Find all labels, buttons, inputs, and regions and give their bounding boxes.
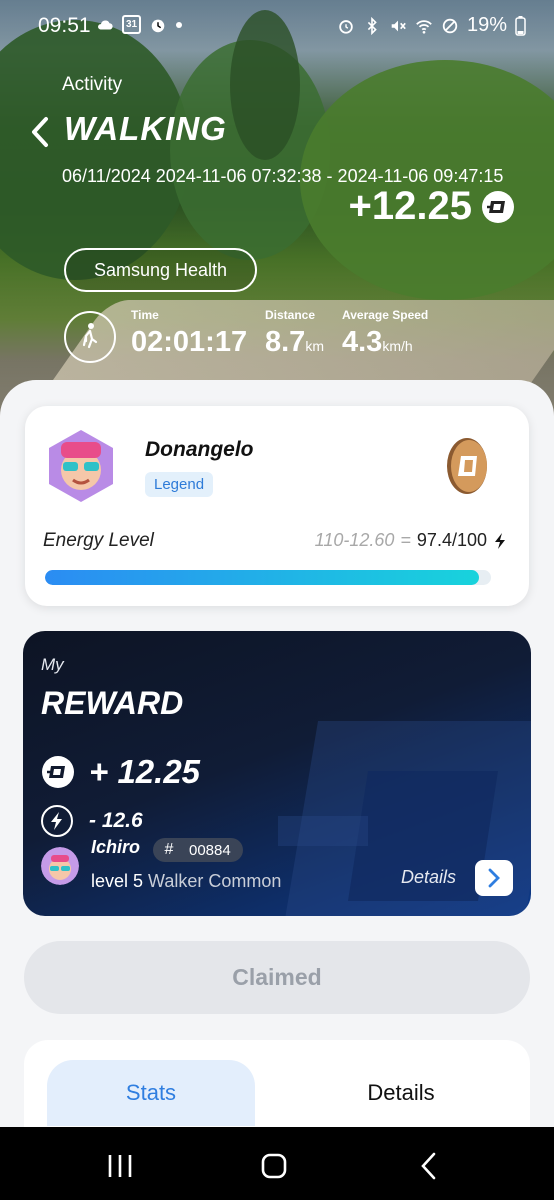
status-right-icons: 19% [337, 14, 526, 37]
stat-distance: Distance 8.7km [265, 308, 324, 359]
wifi-icon [416, 19, 432, 34]
park-tree [0, 20, 190, 280]
dot-icon [176, 21, 182, 28]
alarm-icon [339, 19, 353, 34]
hero-banner: 09:51 31 19% Activity WALKING 06/11/2024… [0, 0, 554, 420]
walking-person-icon [64, 311, 116, 363]
claimed-button[interactable]: Claimed [24, 941, 530, 1014]
stat-speed-label: Average Speed [342, 308, 429, 322]
reward-energy-amount: - 12.6 [89, 809, 143, 832]
battery-icon [515, 15, 526, 36]
home-button[interactable] [259, 1151, 289, 1181]
walker-rarity: Walker Common [148, 871, 282, 891]
status-time: 09:51 [38, 14, 91, 37]
energy-label: Energy Level [43, 530, 154, 551]
status-left-icons: 31 [96, 15, 183, 34]
nft-id: 00884 [189, 841, 231, 859]
calendar-icon: 31 [122, 15, 141, 34]
stat-distance-label: Distance [265, 308, 316, 322]
stat-distance-value: 8.7 [265, 326, 306, 358]
user-name: Donangelo [145, 438, 254, 461]
coin-badge-icon [42, 756, 74, 788]
user-avatar [49, 430, 113, 502]
stat-time-value: 02:01:17 [131, 326, 248, 358]
energy-equals: = [400, 530, 411, 550]
stat-time: Time 02:01:17 [131, 308, 247, 359]
reward-card: My REWARD + 12.25 - 12.6 Ichiro # 00884 … [23, 631, 531, 916]
back-icon [421, 1152, 436, 1180]
stat-speed-value: 4.3 [342, 326, 383, 358]
tab-details[interactable]: Details [297, 1060, 505, 1126]
details-button[interactable] [475, 860, 513, 896]
reward-coin-row: + 12.25 [41, 753, 200, 791]
energy-progress-fill [45, 570, 480, 585]
battery-percent: 19% [466, 14, 507, 36]
stat-time-label: Time [131, 308, 159, 322]
bluetooth-icon [367, 16, 377, 35]
energy-calc: 110-12.60 [314, 530, 395, 550]
walker-name: Ichiro [91, 837, 141, 857]
page-title: WALKING [64, 110, 227, 147]
tier-badge: Legend [145, 472, 214, 497]
source-badge: Samsung Health [64, 248, 257, 292]
recent-apps-icon [108, 1155, 132, 1177]
reward-total: +12.25 [349, 184, 516, 229]
walker-avatar [41, 847, 79, 885]
system-nav-bar [0, 1127, 554, 1200]
lightning-icon [495, 532, 505, 549]
coin-icon [447, 438, 487, 494]
reward-title: REWARD [41, 685, 184, 721]
stat-speed-unit: km/h [382, 338, 413, 354]
home-icon [261, 1153, 287, 1179]
lightning-icon [41, 805, 73, 837]
reward-energy-row: - 12.6 [41, 805, 143, 837]
walker-level: level 5 Walker Common [91, 871, 281, 892]
reward-total-value: +12.25 [348, 184, 472, 228]
nft-id-badge: # 00884 [153, 838, 243, 862]
coin-badge-icon [482, 190, 514, 223]
recent-apps-button[interactable] [105, 1151, 135, 1181]
cloud-icon [98, 19, 113, 29]
hash-icon: # [164, 841, 174, 858]
details-link[interactable]: Details [401, 867, 456, 888]
energy-value: 97.4/100 [416, 530, 487, 550]
energy-formula: 110-12.60 = 97.4/100 [315, 530, 507, 551]
section-label: Activity [62, 74, 123, 95]
back-button[interactable] [414, 1151, 444, 1181]
energy-progress-bar [45, 570, 491, 585]
profile-card: Donangelo Legend Energy Level 110-12.60 … [25, 406, 529, 606]
stat-speed: Average Speed 4.3km/h [342, 308, 428, 359]
reward-coin-amount: + 12.25 [89, 753, 201, 790]
tab-stats[interactable]: Stats [47, 1060, 255, 1126]
alarm-icon [151, 19, 165, 32]
status-bar: 09:51 31 19% [0, 0, 554, 54]
back-arrow-icon[interactable] [28, 116, 52, 148]
stat-distance-unit: km [305, 338, 324, 354]
reward-prefix: My [41, 655, 64, 674]
walker-level-text: level 5 [91, 871, 144, 891]
do-not-disturb-icon [442, 18, 458, 33]
chevron-right-icon [488, 868, 500, 888]
tabs-card: Stats Details [24, 1040, 530, 1140]
mute-icon [391, 20, 406, 31]
